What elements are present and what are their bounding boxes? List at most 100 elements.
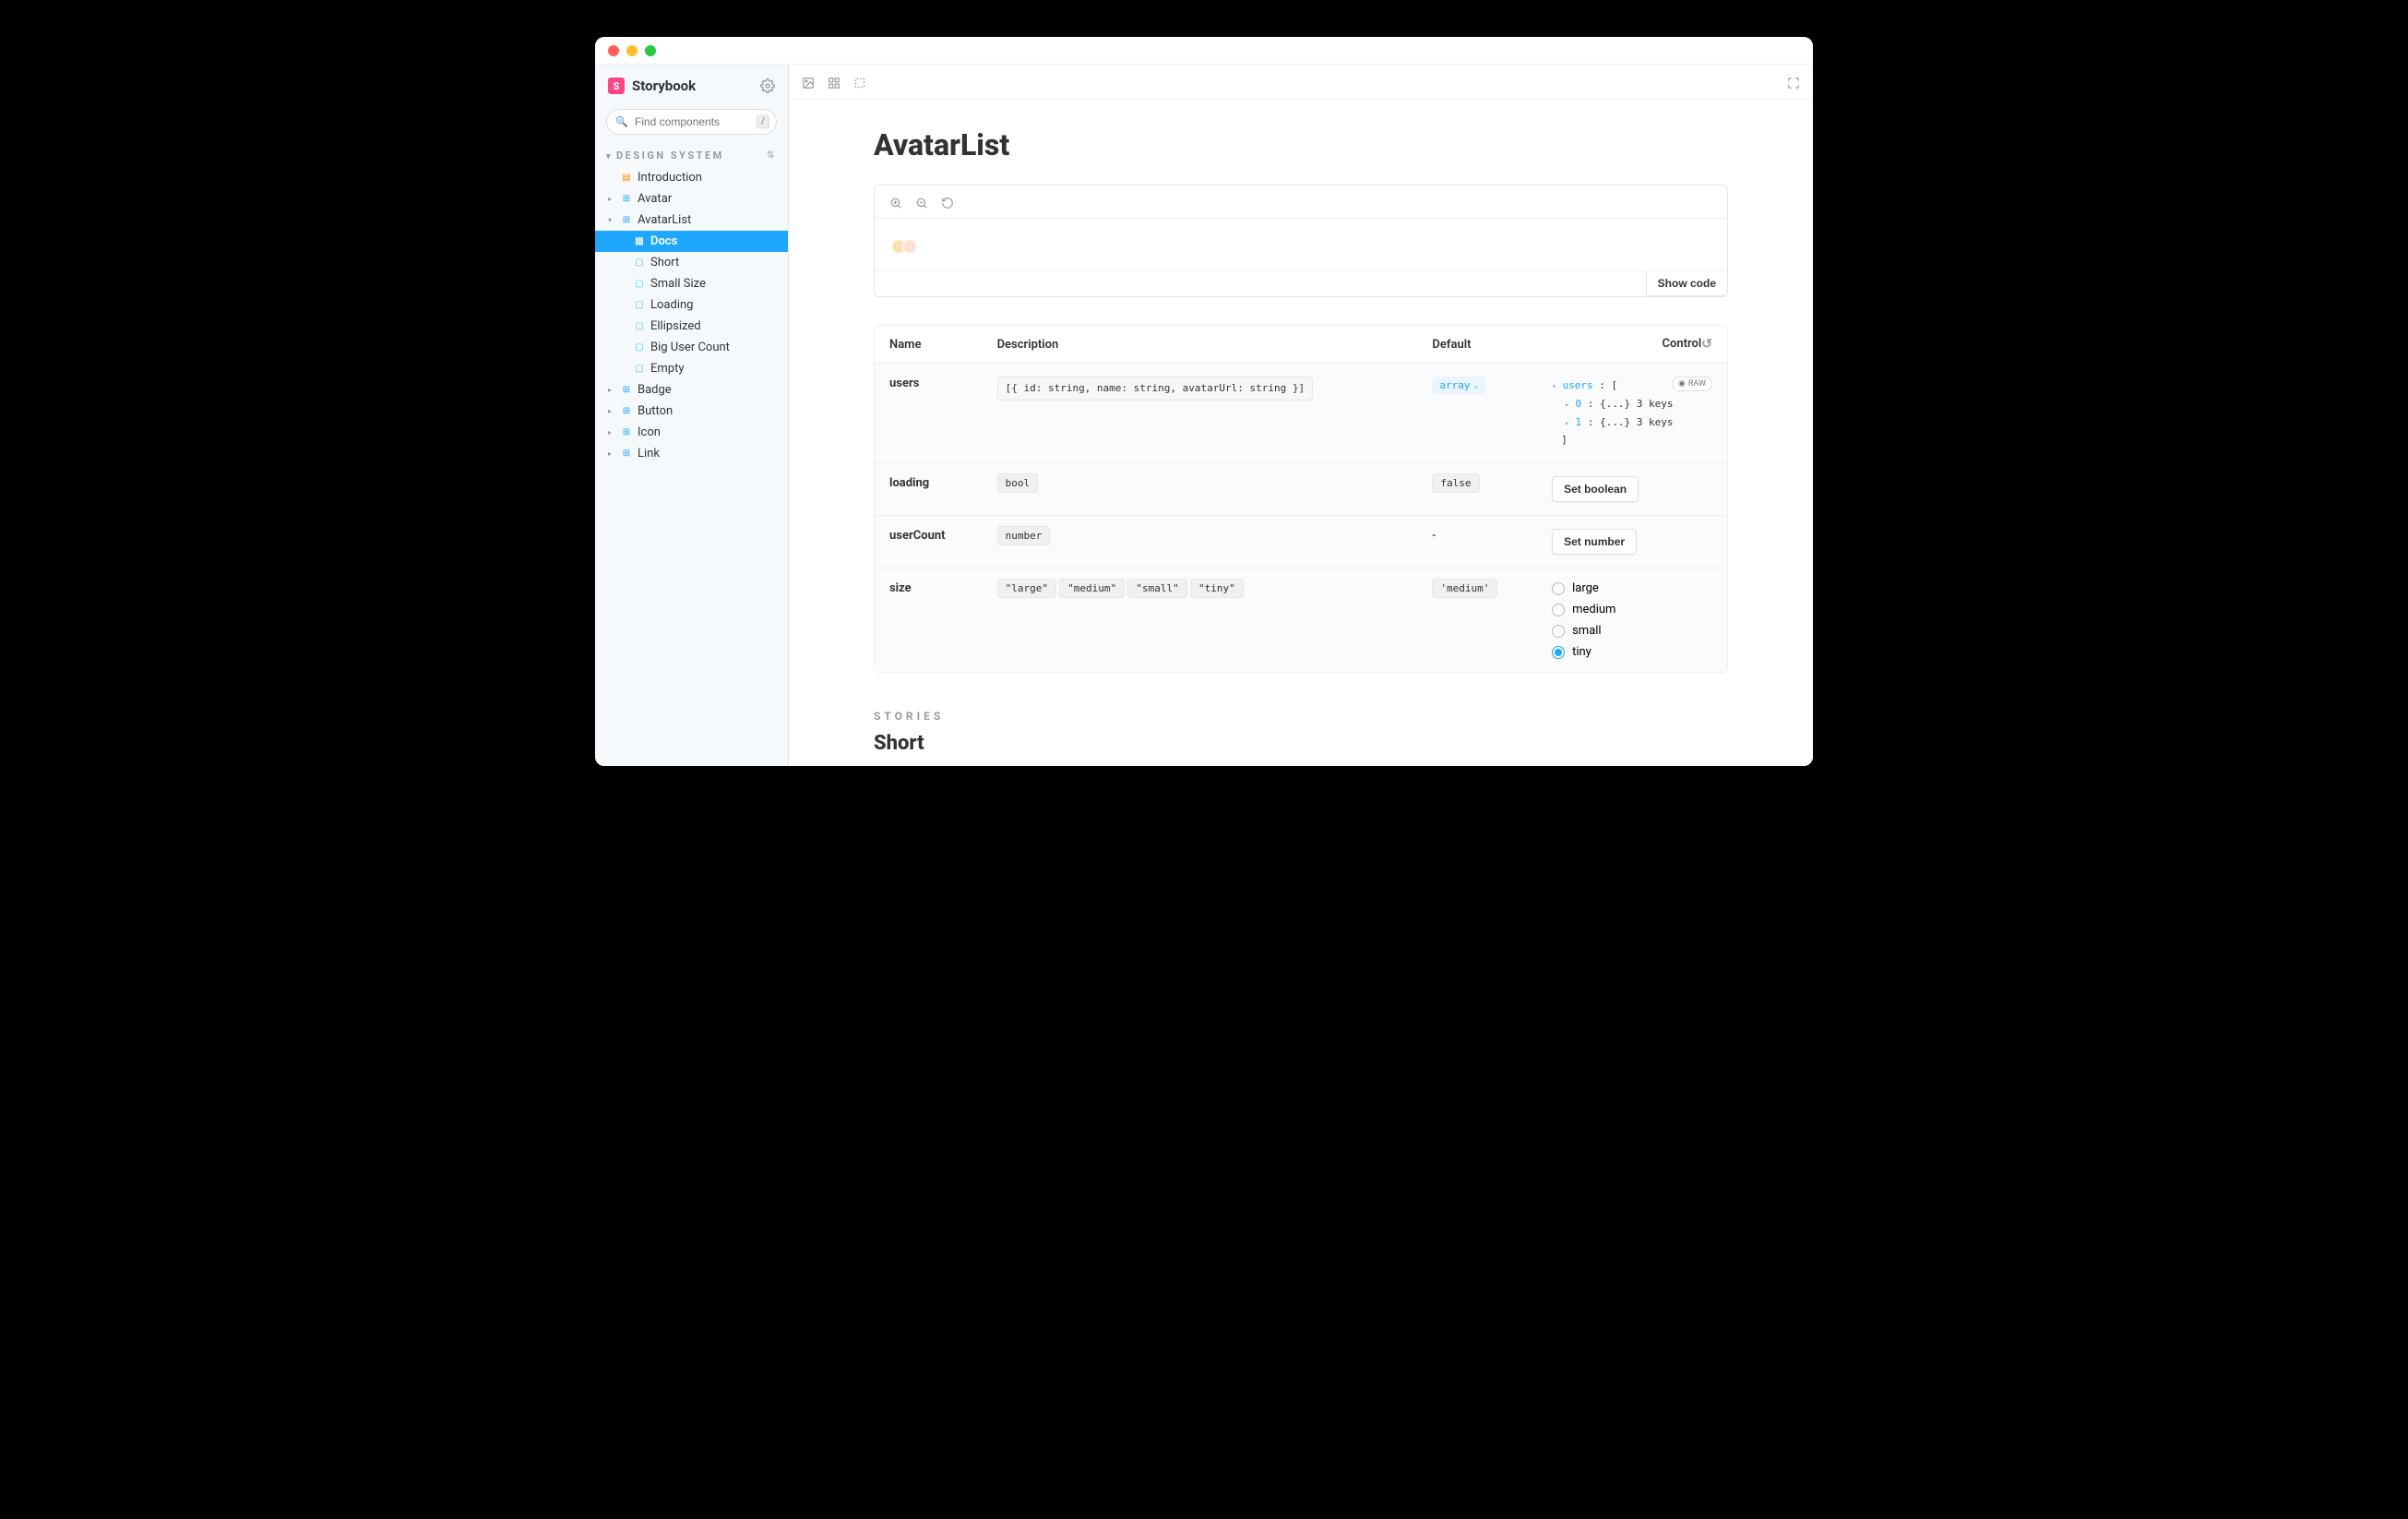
sidebar-item-avatarlist[interactable]: ▾⊞AvatarList xyxy=(595,209,788,231)
arg-control: Set boolean xyxy=(1537,462,1727,515)
col-default: Default xyxy=(1417,326,1537,363)
traffic-lights xyxy=(608,45,656,56)
sidebar-item-link[interactable]: ▸⊞Link xyxy=(595,443,788,464)
sidebar-item-empty[interactable]: ▸▢Empty xyxy=(595,358,788,379)
sidebar-item-loading[interactable]: ▸▢Loading xyxy=(595,294,788,316)
arg-description: number xyxy=(983,515,1418,568)
storybook-logo-icon: S xyxy=(608,78,625,94)
stories-heading: STORIES xyxy=(874,710,1728,723)
sidebar-item-label: Icon xyxy=(638,425,661,439)
sidebar-item-label: Small Size xyxy=(650,277,706,291)
arg-description: [{ id: string, name: string, avatarUrl: … xyxy=(983,363,1418,462)
sidebar-item-ellipsized[interactable]: ▸▢Ellipsized xyxy=(595,316,788,337)
radio-medium[interactable]: medium xyxy=(1552,603,1712,616)
close-icon[interactable] xyxy=(608,45,619,56)
story-icon: ▢ xyxy=(634,364,645,375)
grid-icon[interactable] xyxy=(828,76,840,89)
col-name: Name xyxy=(875,326,983,363)
zoom-out-icon[interactable] xyxy=(915,196,928,209)
arg-control: large medium small tiny xyxy=(1537,568,1727,672)
page-title: AvatarList xyxy=(874,127,1728,162)
radio-icon xyxy=(1552,646,1565,659)
radio-large[interactable]: large xyxy=(1552,581,1712,595)
sidebar-item-label: Link xyxy=(638,447,660,460)
fullscreen-icon[interactable] xyxy=(1787,76,1800,89)
sidebar-item-button[interactable]: ▸⊞Button xyxy=(595,401,788,422)
arg-row-users: users [{ id: string, name: string, avata… xyxy=(875,363,1727,462)
sidebar-item-bigusercount[interactable]: ▸▢Big User Count xyxy=(595,337,788,358)
minimize-icon[interactable] xyxy=(626,45,638,56)
radio-icon xyxy=(1552,582,1565,595)
gear-icon[interactable] xyxy=(760,78,775,93)
col-description: Description xyxy=(983,326,1418,363)
preview-canvas xyxy=(875,219,1727,270)
radio-small[interactable]: small xyxy=(1552,624,1712,638)
zoom-in-icon[interactable] xyxy=(889,196,902,209)
radio-icon xyxy=(1552,625,1565,638)
photo-icon[interactable] xyxy=(802,76,815,89)
app-window: S Storybook 🔍 / ▾DESIGN SYSTEM ⇅ ▸▤Intro… xyxy=(595,37,1813,766)
sidebar: S Storybook 🔍 / ▾DESIGN SYSTEM ⇅ ▸▤Intro… xyxy=(595,65,789,766)
search-input[interactable] xyxy=(606,109,777,135)
arg-name: userCount xyxy=(875,515,983,568)
reset-icon[interactable]: ↺ xyxy=(1701,337,1712,352)
search-shortcut: / xyxy=(757,115,769,129)
outline-icon[interactable] xyxy=(853,76,866,89)
component-icon: ⊞ xyxy=(621,215,632,226)
chevron-down-icon: ⌄ xyxy=(1474,381,1479,389)
sidebar-item-label: Short xyxy=(650,256,679,269)
arg-row-loading: loading bool false Set boolean xyxy=(875,462,1727,515)
sidebar-item-label: AvatarList xyxy=(638,213,691,227)
radio-icon xyxy=(1552,604,1565,616)
component-icon: ⊞ xyxy=(621,427,632,438)
story-icon: ▢ xyxy=(634,257,645,269)
sidebar-item-label: Docs xyxy=(650,234,677,248)
avatar-list-preview xyxy=(891,239,917,254)
sidebar-item-label: Loading xyxy=(650,298,693,312)
show-code-button[interactable]: Show code xyxy=(1646,271,1727,296)
main-panel: AvatarList Show code xyxy=(789,65,1813,766)
sidebar-item-icon[interactable]: ▸⊞Icon xyxy=(595,422,788,443)
component-icon: ⊞ xyxy=(621,406,632,417)
eye-icon: ◉ xyxy=(1678,379,1686,389)
search-icon: 🔍 xyxy=(615,116,628,128)
story-icon: ▢ xyxy=(634,300,645,311)
sidebar-item-label: Button xyxy=(638,404,673,418)
raw-toggle[interactable]: ◉RAW xyxy=(1672,377,1712,391)
arg-default: array⌄ xyxy=(1417,363,1537,462)
story-title: Short xyxy=(874,732,1728,755)
expand-collapse-icon[interactable]: ⇅ xyxy=(767,150,777,161)
zoom-reset-icon[interactable] xyxy=(941,196,954,209)
arg-row-size: size "large" "medium" "small" "tiny" 'me… xyxy=(875,568,1727,672)
set-number-button[interactable]: Set number xyxy=(1552,529,1637,555)
canvas-toolbar xyxy=(789,65,1813,100)
arg-control: Set number xyxy=(1537,515,1727,568)
sidebar-item-label: Ellipsized xyxy=(650,319,701,333)
avatar xyxy=(902,239,917,254)
arg-default: false xyxy=(1417,462,1537,515)
fullscreen-icon[interactable] xyxy=(645,45,656,56)
arg-control: ◉RAW ▾ users : [ ▸ 0 : {...} 3 keys ▸ 1 … xyxy=(1537,363,1727,462)
sidebar-item-badge[interactable]: ▸⊞Badge xyxy=(595,379,788,401)
sidebar-item-label: Big User Count xyxy=(650,341,730,354)
set-boolean-button[interactable]: Set boolean xyxy=(1552,476,1639,502)
brand-label: Storybook xyxy=(632,78,696,94)
sidebar-item-introduction[interactable]: ▸▤Introduction xyxy=(595,167,788,188)
arg-default: 'medium' xyxy=(1417,568,1537,672)
type-tag-array[interactable]: array⌄ xyxy=(1432,377,1485,394)
section-header[interactable]: ▾DESIGN SYSTEM ⇅ xyxy=(595,144,788,167)
docs-icon: ▤ xyxy=(634,236,645,247)
radio-tiny[interactable]: tiny xyxy=(1552,645,1712,659)
component-icon: ⊞ xyxy=(621,194,632,205)
search-wrap: 🔍 / xyxy=(606,109,777,135)
document-icon: ▤ xyxy=(621,173,632,184)
brand: S Storybook xyxy=(608,78,696,94)
story-icon: ▢ xyxy=(634,342,645,353)
arg-row-usercount: userCount number - Set number xyxy=(875,515,1727,568)
sidebar-item-smallsize[interactable]: ▸▢Small Size xyxy=(595,273,788,294)
sidebar-item-label: Avatar xyxy=(638,192,672,206)
sidebar-item-short[interactable]: ▸▢Short xyxy=(595,252,788,273)
sidebar-item-docs[interactable]: ▸▤Docs xyxy=(595,231,788,252)
args-table: Name Description Default Control↺ users … xyxy=(874,325,1728,673)
sidebar-item-avatar[interactable]: ▸⊞Avatar xyxy=(595,188,788,209)
